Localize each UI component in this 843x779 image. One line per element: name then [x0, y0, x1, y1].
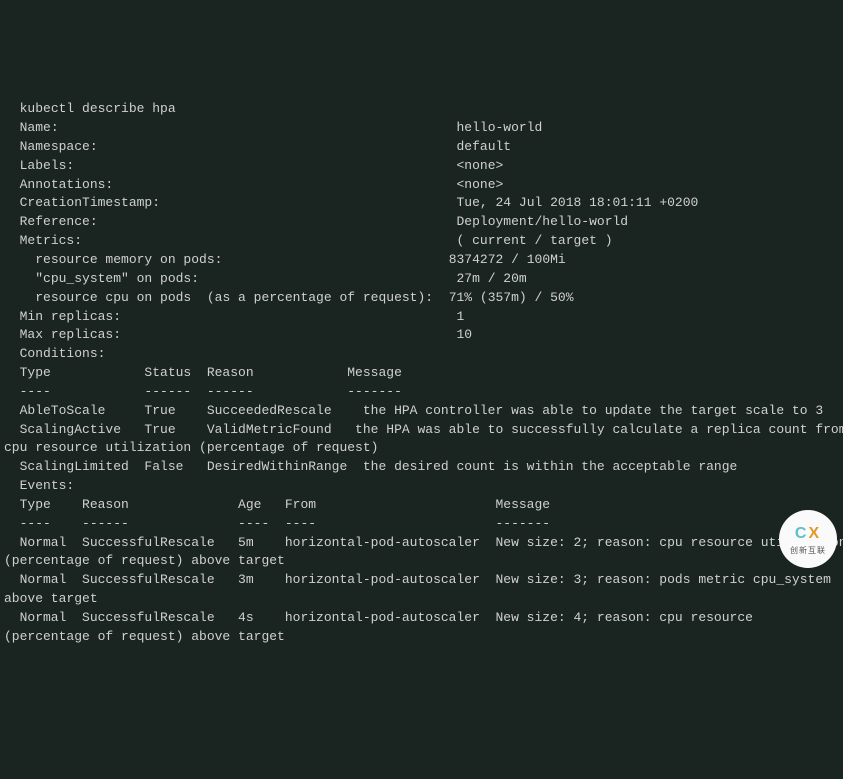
- field-row: Max replicas: 10: [4, 327, 472, 342]
- field-row: Conditions:: [4, 346, 105, 361]
- condition-row: ScalingLimited False DesiredWithinRange …: [4, 459, 737, 474]
- conditions-header: Type Status Reason Message: [4, 365, 402, 380]
- field-row: Metrics: ( current / target ): [4, 233, 613, 248]
- field-row: Labels: <none>: [4, 158, 503, 173]
- field-row: Annotations: <none>: [4, 177, 503, 192]
- condition-row: AbleToScale True SucceededRescale the HP…: [4, 403, 823, 418]
- watermark-logo: CX 创新互联: [779, 510, 837, 568]
- events-divider: ---- ------ ---- ---- -------: [4, 516, 550, 531]
- field-row: resource cpu on pods (as a percentage of…: [4, 290, 574, 305]
- watermark-brand: 创新互联: [790, 545, 826, 557]
- event-row-cont: above target: [4, 591, 98, 606]
- field-row: Events:: [4, 478, 74, 493]
- event-row-cont: (percentage of request) above target: [4, 629, 285, 644]
- field-row: "cpu_system" on pods: 27m / 20m: [4, 271, 527, 286]
- condition-row: ScalingActive True ValidMetricFound the …: [4, 422, 843, 437]
- terminal-output: kubectl describe hpa Name: hello-world N…: [4, 81, 839, 646]
- field-row: Min replicas: 1: [4, 309, 464, 324]
- field-row: Namespace: default: [4, 139, 511, 154]
- field-row: Reference: Deployment/hello-world: [4, 214, 628, 229]
- watermark-cx: CX: [795, 522, 821, 545]
- command-line: kubectl describe hpa: [4, 101, 176, 116]
- events-header: Type Reason Age From Message: [4, 497, 550, 512]
- condition-row-cont: cpu resource utilization (percentage of …: [4, 440, 378, 455]
- field-row: resource memory on pods: 8374272 / 100Mi: [4, 252, 566, 267]
- event-row: Normal SuccessfulRescale 4s horizontal-p…: [4, 610, 753, 625]
- field-row: Name: hello-world: [4, 120, 542, 135]
- field-row: CreationTimestamp: Tue, 24 Jul 2018 18:0…: [4, 195, 698, 210]
- event-row-cont: (percentage of request) above target: [4, 553, 285, 568]
- conditions-divider: ---- ------ ------ -------: [4, 384, 402, 399]
- event-row: Normal SuccessfulRescale 5m horizontal-p…: [4, 535, 843, 550]
- event-row: Normal SuccessfulRescale 3m horizontal-p…: [4, 572, 831, 587]
